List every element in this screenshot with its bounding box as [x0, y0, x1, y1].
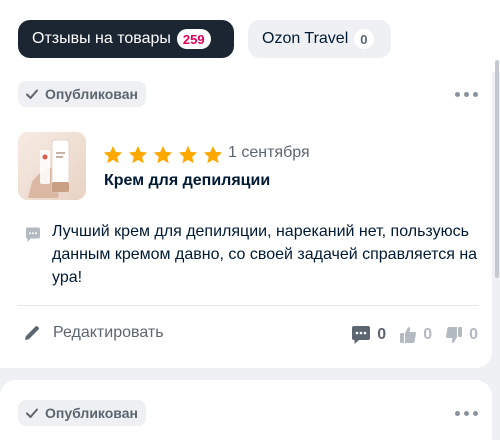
tab-ozon-travel[interactable]: Ozon Travel 0 [248, 20, 391, 58]
product-thumbnail[interactable] [18, 132, 86, 200]
comments-button[interactable]: 0 [350, 324, 386, 346]
pencil-icon [25, 326, 39, 340]
more-options-icon[interactable] [455, 407, 478, 419]
review-reactions: 0 0 0 [350, 324, 478, 346]
star-icon [103, 145, 123, 164]
status-badge: Опубликован [18, 81, 146, 107]
edit-label: Редактировать [53, 324, 164, 341]
dislike-button[interactable]: 0 [444, 325, 478, 345]
status-label: Опубликован [45, 405, 138, 421]
like-button[interactable]: 0 [398, 325, 432, 345]
star-icon [153, 145, 173, 164]
status-badge: Опубликован [18, 400, 146, 426]
scrollbar[interactable] [495, 60, 499, 278]
likes-count: 0 [423, 326, 433, 343]
review-card: Опубликован 1 сентября Крем для депиляци… [0, 72, 492, 368]
tab-label: Ozon Travel [262, 30, 349, 47]
comment-icon [24, 226, 42, 249]
review-tabs: Отзывы на товары 259 Ozon Travel 0 [0, 0, 500, 72]
status-label: Опубликован [45, 86, 138, 102]
tab-count-badge: 259 [176, 29, 211, 49]
tab-count-badge: 0 [354, 29, 374, 49]
checkmark-icon [26, 89, 38, 99]
product-name-link[interactable]: Крем для депиляции [104, 172, 270, 190]
thumbs-up-icon [400, 327, 417, 343]
dislikes-count: 0 [469, 326, 478, 343]
review-card: Опубликован [0, 380, 492, 440]
comment-bubble-icon [352, 326, 371, 344]
review-text: Лучший крем для депиляции, нареканий нет… [52, 223, 478, 286]
thumbs-down-icon [446, 327, 463, 343]
more-options-icon[interactable] [455, 88, 478, 100]
checkmark-icon [26, 408, 38, 418]
review-date: 1 сентября [228, 144, 310, 161]
product-image-icon [18, 132, 86, 200]
tab-product-reviews[interactable]: Отзывы на товары 259 [18, 20, 234, 58]
star-icon [178, 145, 198, 164]
divider [18, 305, 478, 306]
edit-review-button[interactable]: Редактировать [22, 323, 164, 343]
comments-count: 0 [377, 326, 387, 343]
rating-stars [102, 144, 224, 166]
tab-label: Отзывы на товары [32, 30, 171, 47]
star-icon [203, 145, 223, 164]
star-icon [128, 145, 148, 164]
